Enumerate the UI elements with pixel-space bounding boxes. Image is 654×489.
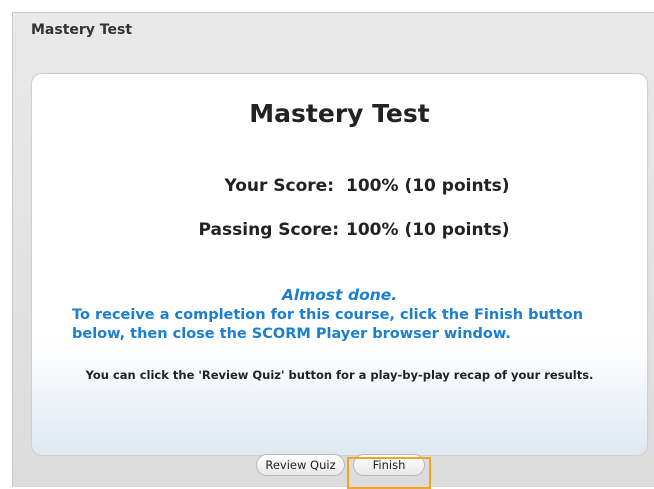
completion-line-2: below, then close the SCORM Player brows… <box>72 326 511 342</box>
completion-line-1: To receive a completion for this course,… <box>72 307 584 323</box>
finish-button-focus-ring <box>347 457 431 489</box>
passing-score-value: 100% (10 points) <box>346 220 510 240</box>
review-hint-text: You can click the 'Review Quiz' button f… <box>85 368 594 382</box>
results-panel: Mastery Test Your Score: 100% (10 points… <box>31 73 648 456</box>
your-score-label: Your Score: <box>224 176 334 196</box>
completion-instructions: To receive a completion for this course,… <box>72 306 632 344</box>
quiz-window: Mastery Test Mastery Test Your Score: 10… <box>12 12 654 487</box>
window-title: Mastery Test <box>31 22 133 38</box>
passing-score-label: Passing Score: <box>198 220 339 240</box>
your-score-value: 100% (10 points) <box>346 176 510 196</box>
review-quiz-button[interactable]: Review Quiz <box>256 454 345 476</box>
almost-done-text: Almost done. <box>281 286 398 304</box>
results-title: Mastery Test <box>249 99 430 128</box>
